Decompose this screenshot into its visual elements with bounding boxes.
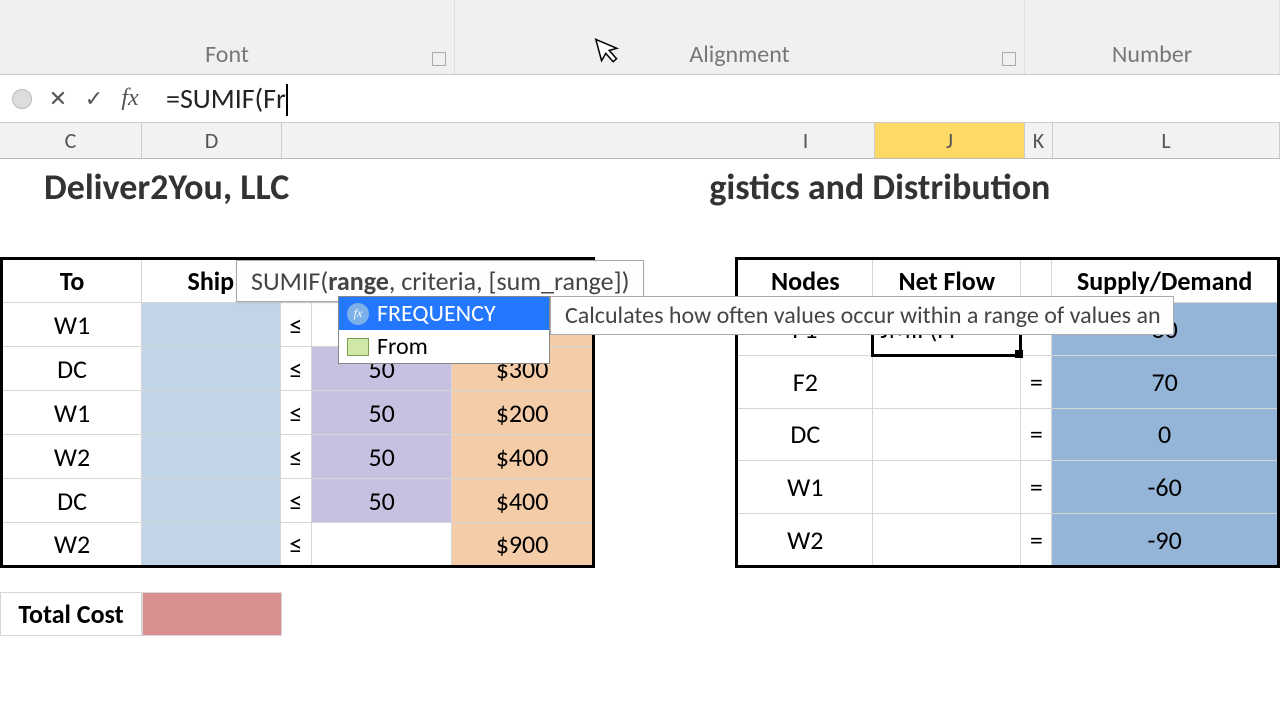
cell-eq: = xyxy=(1021,408,1052,461)
cell-ship[interactable] xyxy=(142,347,280,391)
autocomplete-label: From xyxy=(377,332,428,361)
function-icon: fx xyxy=(347,303,369,325)
cell-le: ≤ xyxy=(280,435,312,479)
cell-capacity[interactable]: 50 xyxy=(312,391,451,435)
cell-eq: = xyxy=(1021,461,1052,514)
cell-le: ≤ xyxy=(280,523,312,567)
cell-to[interactable]: W1 xyxy=(2,391,142,435)
cell-unit-cost[interactable]: $400 xyxy=(451,435,593,479)
cell-node[interactable]: DC xyxy=(737,408,873,461)
cell-net-flow[interactable] xyxy=(873,408,1021,461)
ribbon-label-alignment: Alignment xyxy=(689,40,789,69)
insert-function-button[interactable]: fx xyxy=(112,81,148,117)
ribbon-group-alignment[interactable]: Alignment xyxy=(455,0,1025,74)
formula-autocomplete[interactable]: fx FREQUENCY From xyxy=(338,296,550,364)
named-range-icon xyxy=(347,338,369,356)
col-header-i[interactable]: I xyxy=(737,123,875,158)
ribbon-label-font: Font xyxy=(205,40,249,69)
ribbon: Font Alignment Number xyxy=(0,0,1280,75)
cell-to[interactable]: W2 xyxy=(2,523,142,567)
cell-node[interactable]: F2 xyxy=(737,355,873,408)
cell-supply-demand[interactable]: 0 xyxy=(1052,408,1279,461)
cell-le: ≤ xyxy=(280,347,312,391)
col-header-d[interactable]: D xyxy=(142,123,282,158)
cell-net-flow[interactable] xyxy=(873,355,1021,408)
cell-eq: = xyxy=(1021,514,1052,567)
spreadsheet-grid[interactable]: C D I J K L SUMIF(range, criteria, [sum_… xyxy=(0,123,1280,720)
cell-ship[interactable] xyxy=(142,479,280,523)
cell-supply-demand[interactable]: 70 xyxy=(1052,355,1279,408)
col-header-j[interactable]: J xyxy=(875,123,1025,158)
cell-node[interactable]: W2 xyxy=(737,514,873,567)
total-cost-cell[interactable] xyxy=(142,592,282,636)
table-row[interactable]: W2 ≤ $900 xyxy=(2,523,594,567)
cancel-button[interactable]: ✕ xyxy=(40,81,76,117)
enter-button[interactable]: ✓ xyxy=(76,81,112,117)
company-title: Deliver2You, LLC xyxy=(44,165,289,209)
dialog-launcher-icon[interactable] xyxy=(432,52,446,66)
cell-ship[interactable] xyxy=(142,435,280,479)
formula-text: =SUMIF(Fr xyxy=(166,81,286,116)
sheet-title-row: Deliver2You, LLC gistics and Distributio… xyxy=(0,159,1280,215)
cell-supply-demand[interactable]: -60 xyxy=(1052,461,1279,514)
cell-unit-cost[interactable]: $900 xyxy=(451,523,593,567)
cell-supply-demand[interactable]: -90 xyxy=(1052,514,1279,567)
cell-capacity[interactable]: 50 xyxy=(312,479,451,523)
autocomplete-label: FREQUENCY xyxy=(377,299,496,328)
cell-ship[interactable] xyxy=(142,391,280,435)
header-to: To xyxy=(2,259,142,303)
title-remainder: gistics and Distribution xyxy=(709,165,1050,209)
table-row[interactable]: W1 ≤50$200 xyxy=(2,391,594,435)
cell-eq: = xyxy=(1021,355,1052,408)
cell-to[interactable]: W1 xyxy=(2,303,142,347)
cell-net-flow[interactable] xyxy=(873,514,1021,567)
cell-unit-cost[interactable]: $400 xyxy=(451,479,593,523)
cell-capacity[interactable]: 50 xyxy=(312,435,451,479)
formula-input[interactable]: =SUMIF(Fr xyxy=(148,81,1276,116)
cell-to[interactable]: DC xyxy=(2,479,142,523)
table-row[interactable]: W1 =-60 xyxy=(737,461,1279,514)
table-row[interactable]: F2 =70 xyxy=(737,355,1279,408)
cell-le: ≤ xyxy=(280,391,312,435)
cell-node[interactable]: W1 xyxy=(737,461,873,514)
autocomplete-item-frequency[interactable]: fx FREQUENCY xyxy=(339,297,549,330)
col-header-l[interactable]: L xyxy=(1053,123,1280,158)
cell-ship[interactable] xyxy=(142,523,280,567)
col-header-c[interactable]: C xyxy=(0,123,142,158)
cell-to[interactable]: DC xyxy=(2,347,142,391)
column-headers: C D I J K L xyxy=(0,123,1280,159)
cell-capacity[interactable] xyxy=(312,523,451,567)
dialog-launcher-icon[interactable] xyxy=(1002,52,1016,66)
autocomplete-description: Calculates how often values occur within… xyxy=(550,296,1174,335)
total-cost-label: Total Cost xyxy=(0,592,142,636)
total-cost-row: Total Cost xyxy=(0,592,1280,636)
col-header-k[interactable]: K xyxy=(1025,123,1053,158)
autocomplete-item-from[interactable]: From xyxy=(339,330,549,363)
table-row[interactable]: DC ≤50$400 xyxy=(2,479,594,523)
ribbon-label-number: Number xyxy=(1112,40,1192,69)
cell-le: ≤ xyxy=(280,303,312,347)
table-row[interactable]: DC =0 xyxy=(737,408,1279,461)
ribbon-group-number[interactable]: Number xyxy=(1025,0,1280,74)
cell-unit-cost[interactable]: $200 xyxy=(451,391,593,435)
table-row[interactable]: W2 =-90 xyxy=(737,514,1279,567)
formula-bar: ✕ ✓ fx =SUMIF(Fr xyxy=(0,75,1280,123)
ribbon-group-font[interactable]: Font xyxy=(0,0,455,74)
name-box-dropdown[interactable] xyxy=(4,81,40,117)
table-row[interactable]: W2 ≤50$400 xyxy=(2,435,594,479)
cell-ship[interactable] xyxy=(142,303,280,347)
cell-to[interactable]: W2 xyxy=(2,435,142,479)
cell-le: ≤ xyxy=(280,479,312,523)
fill-handle[interactable] xyxy=(1015,350,1023,358)
cell-net-flow[interactable] xyxy=(873,461,1021,514)
